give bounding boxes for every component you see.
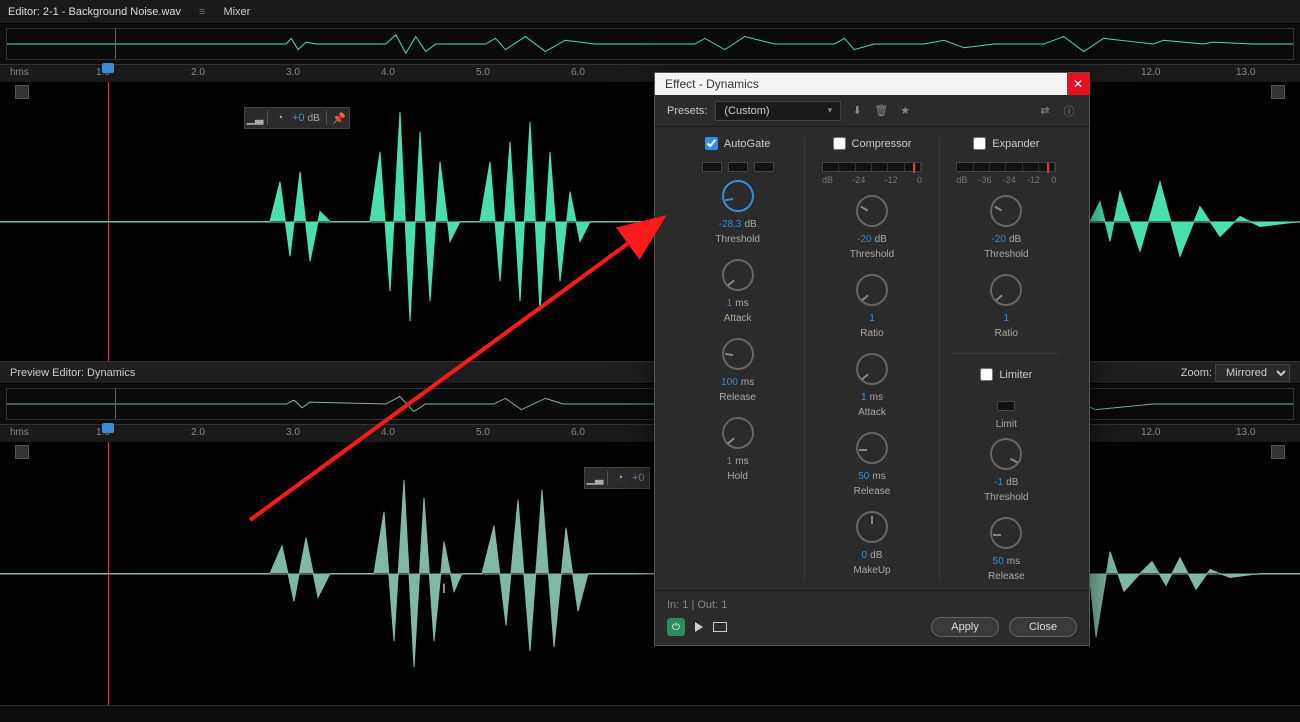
ruler-tick: 2.0: [191, 427, 205, 438]
compressor-attack-knob[interactable]: [856, 353, 888, 385]
ruler-tick: 5.0: [476, 67, 490, 78]
preview-waveform-editor[interactable]: ▁▃ ◔ +0 I: [0, 442, 1300, 706]
tab-mixer[interactable]: Mixer: [223, 6, 250, 18]
clock-icon[interactable]: ◔: [614, 472, 626, 484]
preview-header: Preview Editor: Dynamics Zoom: Mirrored: [0, 362, 1300, 384]
ruler-tick: 2.0: [191, 67, 205, 78]
expander-ratio-knob[interactable]: [990, 274, 1022, 306]
preview-overview-waveform[interactable]: [6, 388, 1294, 420]
limit-label: Limit: [996, 419, 1017, 430]
limiter-release-knob[interactable]: [990, 517, 1022, 549]
limiter-checkbox[interactable]: Limiter: [980, 368, 1032, 381]
io-label: In: 1 | Out: 1: [667, 599, 1077, 611]
top-tab-bar: Editor: 2-1 - Background Noise.wav ≡ Mix…: [0, 0, 1300, 24]
ruler-tick: 3.0: [286, 67, 300, 78]
preview-play-button[interactable]: [695, 622, 703, 632]
preview-overview-playhead[interactable]: [115, 389, 116, 419]
preview-title: Preview Editor: Dynamics: [10, 367, 135, 379]
loop-button[interactable]: [713, 622, 727, 632]
tab-editor[interactable]: Editor: 2-1 - Background Noise.wav: [8, 6, 181, 18]
autogate-attack-knob[interactable]: [722, 259, 754, 291]
presets-label: Presets:: [667, 105, 707, 117]
compressor-meter: [822, 162, 922, 172]
autogate-hold-knob[interactable]: [722, 417, 754, 449]
presets-dropdown[interactable]: (Custom)▾: [715, 101, 841, 121]
compressor-section: Compressor dB-24-120 -20 dBThreshold 1 R…: [805, 137, 939, 582]
text-cursor-icon: I: [442, 580, 446, 596]
compressor-threshold-knob[interactable]: [856, 195, 888, 227]
waveform-icon[interactable]: ▁▃: [249, 112, 261, 124]
ruler-tick: 5.0: [476, 427, 490, 438]
limiter-led: [997, 401, 1015, 411]
expander-section: Expander dB-36-24-120 -20 dBThreshold 1 …: [940, 137, 1073, 582]
dialog-titlebar[interactable]: Effect - Dynamics ✕: [655, 73, 1089, 95]
ruler-tick: 4.0: [381, 427, 395, 438]
ruler-tick: 3.0: [286, 427, 300, 438]
autogate-release-knob[interactable]: [722, 338, 754, 370]
compressor-checkbox[interactable]: Compressor: [833, 137, 912, 150]
dialog-title: Effect - Dynamics: [665, 77, 759, 91]
ruler-tick: 12.0: [1141, 67, 1160, 78]
gain-hud-preview: ▁▃ ◔ +0: [584, 467, 650, 489]
power-toggle[interactable]: ⏻: [667, 618, 685, 636]
main-waveform-editor[interactable]: ▁▃ ◔ +0 dB 📌: [0, 82, 1300, 362]
ruler-tick: 6.0: [571, 67, 585, 78]
save-preset-icon[interactable]: ⬇: [849, 103, 865, 119]
compressor-makeup-knob[interactable]: [856, 511, 888, 543]
gain-value[interactable]: +0 dB: [292, 112, 320, 124]
zoom-label: Zoom:: [1181, 367, 1212, 379]
limiter-threshold-knob[interactable]: [990, 438, 1022, 470]
favorite-icon[interactable]: ★: [897, 103, 913, 119]
playhead-handle[interactable]: [102, 63, 114, 73]
compressor-ratio-knob[interactable]: [856, 274, 888, 306]
ruler-tick: 4.0: [381, 67, 395, 78]
zoom-select[interactable]: Mirrored: [1215, 364, 1290, 382]
expander-checkbox[interactable]: Expander: [973, 137, 1039, 150]
expander-meter: [956, 162, 1056, 172]
pin-icon[interactable]: 📌: [333, 112, 345, 124]
clock-icon[interactable]: ◔: [274, 112, 286, 124]
gain-value[interactable]: +0: [632, 472, 645, 484]
time-ruler-top[interactable]: hms 1.0 2.0 3.0 4.0 5.0 6.0 12.0 13.0: [0, 64, 1300, 82]
close-button-footer[interactable]: Close: [1009, 617, 1077, 637]
ruler-unit-label: hms: [10, 67, 29, 78]
ruler-tick: 13.0: [1236, 427, 1255, 438]
ruler-tick: 6.0: [571, 427, 585, 438]
routing-icon[interactable]: ⇄: [1037, 103, 1053, 119]
compressor-release-knob[interactable]: [856, 432, 888, 464]
overview-waveform[interactable]: [6, 28, 1294, 60]
time-ruler-preview[interactable]: hms 1.0 2.0 3.0 4.0 5.0 6.0 12.0 13.0: [0, 424, 1300, 442]
ruler-tick: 12.0: [1141, 427, 1160, 438]
waveform-icon[interactable]: ▁▃: [589, 472, 601, 484]
overview-playhead[interactable]: [115, 29, 116, 59]
autogate-leds: [702, 162, 774, 172]
gain-hud: ▁▃ ◔ +0 dB 📌: [244, 107, 350, 129]
expander-threshold-knob[interactable]: [990, 195, 1022, 227]
ruler-tick: 13.0: [1236, 67, 1255, 78]
delete-preset-icon[interactable]: 🗑: [873, 103, 889, 119]
close-button[interactable]: ✕: [1067, 73, 1089, 95]
apply-button[interactable]: Apply: [931, 617, 999, 637]
ruler-unit-label: hms: [10, 427, 29, 438]
autogate-checkbox[interactable]: AutoGate: [705, 137, 770, 150]
info-icon[interactable]: ⓘ: [1061, 103, 1077, 119]
autogate-threshold-knob[interactable]: [722, 180, 754, 212]
dynamics-dialog: Effect - Dynamics ✕ Presets: (Custom)▾ ⬇…: [654, 72, 1090, 646]
playhead-handle-preview[interactable]: [102, 423, 114, 433]
autogate-section: AutoGate -28.3 dBThreshold 1 msAttack 10…: [671, 137, 805, 582]
